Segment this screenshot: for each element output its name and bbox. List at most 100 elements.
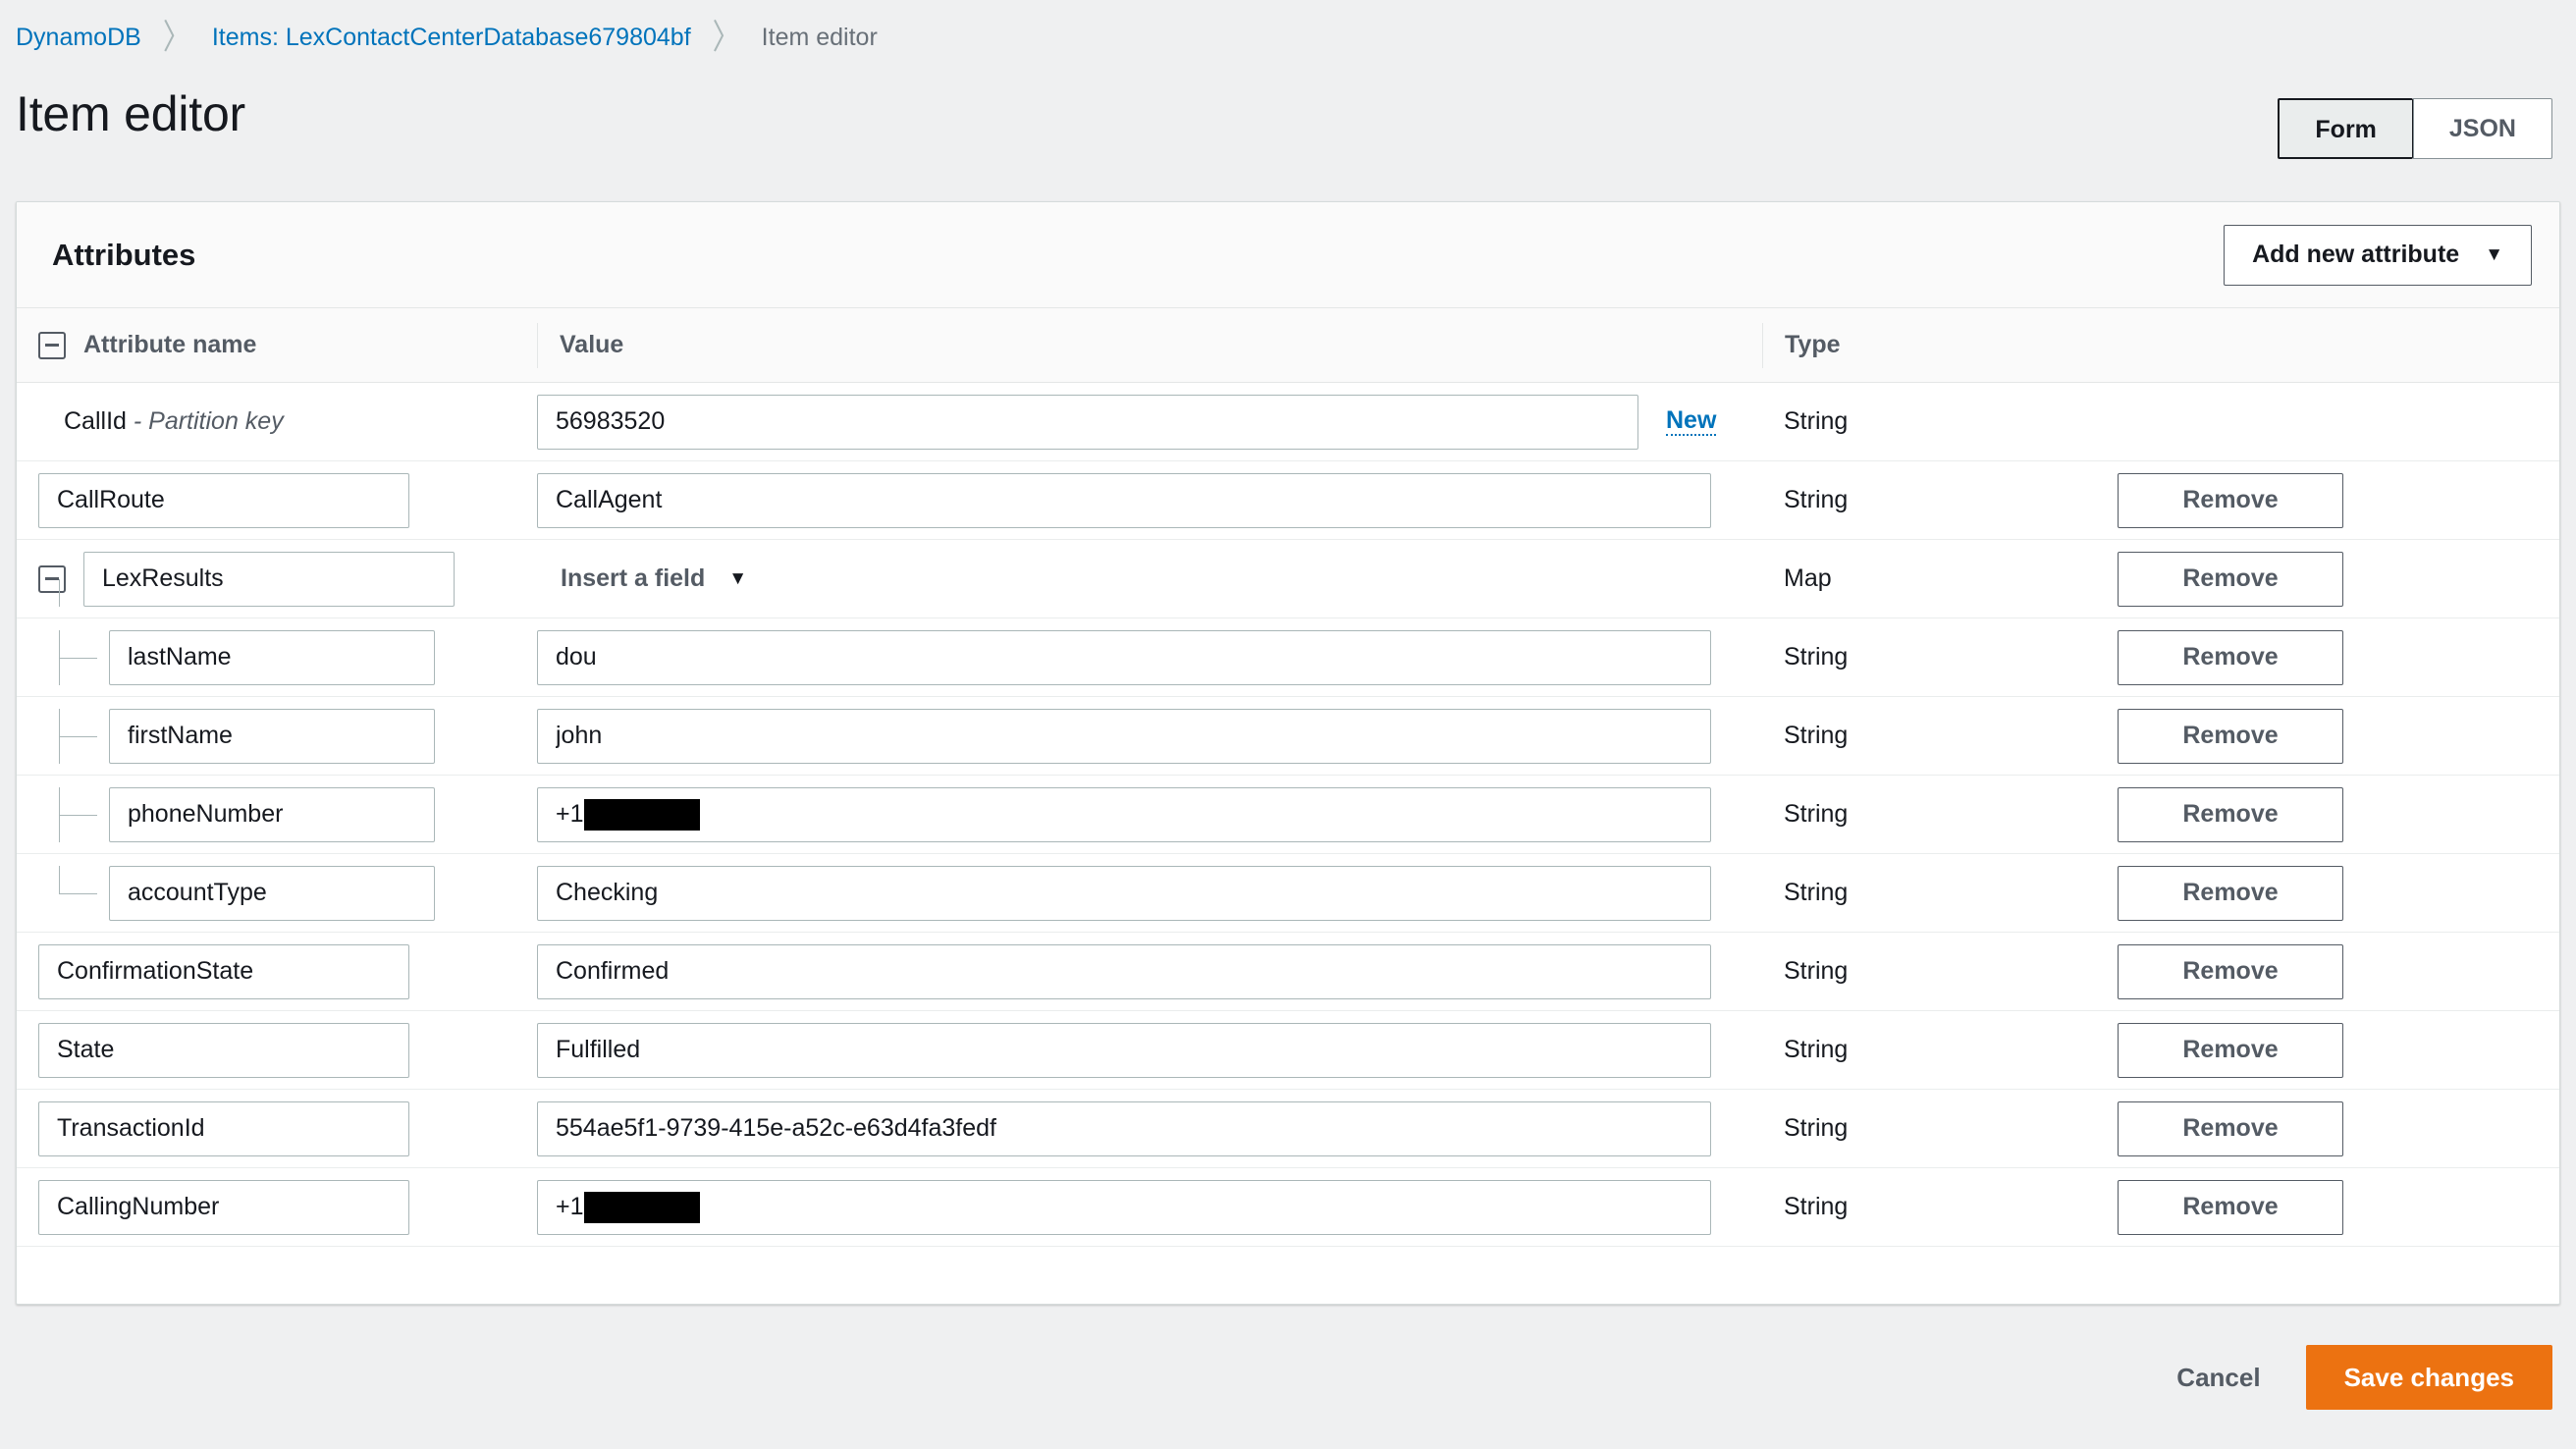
attribute-name-input[interactable] [109,630,435,685]
cancel-button[interactable]: Cancel [2149,1347,2287,1408]
attribute-actions-cell: Remove [2057,944,2559,999]
remove-attribute-button[interactable]: Remove [2118,1101,2343,1156]
table-row: Insert a field▼MapRemove [17,540,2559,618]
attribute-name-cell [17,473,537,528]
remove-attribute-button[interactable]: Remove [2118,787,2343,842]
attribute-value-input[interactable] [537,395,1638,450]
attribute-actions-cell: Remove [2057,709,2559,764]
expand-collapse-map-icon[interactable] [38,565,66,593]
attribute-name-input[interactable] [38,1101,409,1156]
attribute-name-cell [17,709,537,764]
tree-line-vertical [59,579,60,607]
add-new-attribute-button[interactable]: Add new attribute ▼ [2224,225,2532,286]
remove-attribute-button[interactable]: Remove [2118,630,2343,685]
table-row: +1StringRemove [17,1168,2559,1247]
attribute-value-cell [537,866,1762,921]
remove-attribute-button[interactable]: Remove [2118,1023,2343,1078]
chevron-down-icon: ▼ [728,569,747,588]
attribute-name-cell [17,1180,537,1235]
attribute-value-cell: +1 [537,787,1762,842]
redaction-bar [584,799,700,831]
attribute-value-input[interactable] [537,473,1711,528]
attribute-value-cell: +1 [537,1180,1762,1235]
attribute-value-cell: New [537,395,1762,450]
partition-key-suffix: - Partition key [127,407,284,435]
attribute-name-cell [17,552,537,607]
attribute-value-input[interactable] [537,944,1711,999]
breadcrumb-separator-icon: 〉 [163,21,190,55]
remove-attribute-button[interactable]: Remove [2118,1180,2343,1235]
attribute-value-input[interactable] [537,866,1711,921]
attribute-type-cell: String [1762,643,2057,671]
attribute-value-input[interactable] [537,1023,1711,1078]
tab-json[interactable]: JSON [2413,98,2552,159]
attribute-value-input[interactable] [537,709,1711,764]
attribute-name-input[interactable] [109,709,435,764]
chevron-down-icon: ▼ [2485,245,2503,264]
attribute-name-label: CallId - Partition key [38,407,284,436]
remove-attribute-button[interactable]: Remove [2118,944,2343,999]
column-header-type: Type [1762,323,2057,368]
attribute-value-input[interactable]: +1 [537,1180,1711,1235]
attribute-name-input[interactable] [38,473,409,528]
attribute-value-input[interactable]: +1 [537,787,1711,842]
attribute-actions-cell: Remove [2057,1101,2559,1156]
attribute-actions-cell: Remove [2057,787,2559,842]
remove-attribute-button[interactable]: Remove [2118,709,2343,764]
remove-attribute-button[interactable]: Remove [2118,473,2343,528]
table-row: +1 String Remove [17,776,2559,854]
attribute-name-cell [17,1101,537,1156]
breadcrumb-separator-icon: 〉 [713,21,740,55]
attribute-name-cell [17,866,537,921]
table-row: CallId - Partition key New String [17,383,2559,461]
tab-form[interactable]: Form [2278,98,2413,159]
breadcrumb-item-items-table[interactable]: Items: LexContactCenterDatabase679804bf [212,26,691,50]
attribute-value-cell [537,709,1762,764]
attribute-name-input[interactable] [109,866,435,921]
table-row: String Remove [17,854,2559,933]
attribute-name-cell [17,944,537,999]
collapse-all-icon[interactable] [38,332,66,359]
attribute-name-input[interactable] [38,1023,409,1078]
attribute-name-input[interactable] [109,787,435,842]
remove-attribute-button[interactable]: Remove [2118,552,2343,607]
attribute-type-cell: String [1762,879,2057,907]
attribute-actions-cell: Remove [2057,866,2559,921]
attribute-type-cell: String [1762,957,2057,986]
table-row: String Remove [17,1011,2559,1090]
column-header-attribute-name: Attribute name [17,331,537,359]
column-header-attribute-name-label: Attribute name [83,331,256,359]
attribute-name-cell [17,787,537,842]
tree-line-horizontal [59,893,97,894]
breadcrumb-item-item-editor: Item editor [762,26,878,50]
attribute-value-cell [537,630,1762,685]
form-actions: Cancel Save changes [0,1305,2576,1410]
attributes-title: Attributes [52,238,195,273]
attribute-actions-cell: Remove [2057,552,2559,607]
attribute-name-input[interactable] [38,944,409,999]
attribute-name-input[interactable] [83,552,455,607]
attribute-name-input[interactable] [38,1180,409,1235]
attribute-actions-cell: Remove [2057,1180,2559,1235]
attribute-actions-cell: Remove [2057,1023,2559,1078]
attribute-value-input[interactable] [537,630,1711,685]
breadcrumb-item-dynamodb[interactable]: DynamoDB [16,26,141,50]
value-text: +1 [556,1193,584,1221]
attributes-table-body: CallId - Partition key New String String Rem… [17,383,2559,1247]
new-badge-link[interactable]: New [1666,407,1716,437]
view-mode-toggle: Form JSON [2278,98,2552,159]
attributes-panel-header: Attributes Add new attribute ▼ [17,202,2559,308]
attribute-name-cell: CallId - Partition key [17,407,537,436]
remove-attribute-button[interactable]: Remove [2118,866,2343,921]
partition-key-name: CallId [64,407,127,435]
tree-line-horizontal [59,736,97,737]
page-title: Item editor [16,88,245,140]
attribute-value-input[interactable] [537,1101,1711,1156]
insert-a-field-dropdown[interactable]: Insert a field▼ [537,564,747,593]
attribute-value-cell [537,1023,1762,1078]
save-changes-button[interactable]: Save changes [2306,1345,2552,1410]
attribute-type-cell: String [1762,800,2057,829]
attribute-type-cell: String [1762,1036,2057,1064]
attribute-name-cell [17,630,537,685]
attribute-type-cell: String [1762,407,2057,436]
